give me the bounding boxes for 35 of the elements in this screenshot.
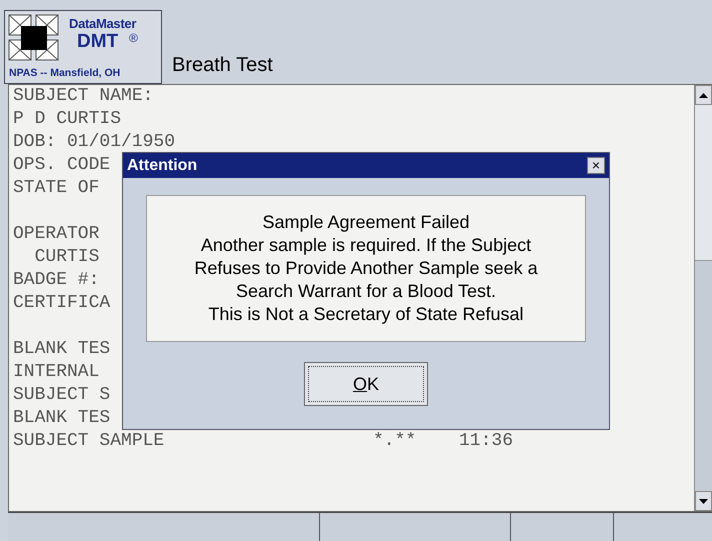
close-button[interactable]: × [587, 157, 605, 174]
record-line: CERTIFICA [13, 292, 110, 315]
message-text: This is Not a Secretary of State Refusal [208, 303, 524, 326]
vertical-scrollbar[interactable] [694, 85, 712, 511]
message-text: Sample Agreement Failed [262, 211, 470, 234]
record-line: BLANK TES [13, 338, 110, 361]
message-text: Refuses to Provide Another Sample seek a [194, 257, 538, 280]
record-line: SUBJECT SAMPLE [13, 430, 164, 453]
record-line: BADGE #: [13, 269, 100, 292]
ok-button[interactable]: OK [304, 362, 428, 406]
scroll-down-button[interactable] [695, 491, 712, 511]
model-name: DMT [77, 31, 118, 53]
record-line: DOB: 01/01/1950 [13, 131, 176, 154]
record-line: STATE OF [13, 177, 100, 200]
brand-name: DataMaster [69, 16, 136, 31]
dialog-title: Attention [127, 156, 198, 174]
record-line: INTERNAL [13, 361, 100, 384]
message-text: Search Warrant for a Blood Test. [236, 280, 496, 303]
record-line: OPERATOR [13, 223, 100, 246]
record-line: P D CURTIS [13, 108, 122, 131]
time-value: 11:36 [459, 430, 514, 453]
location-label: NPAS -- Mansfield, OH [9, 67, 120, 79]
message-text: Another sample is required. If the Subject [200, 234, 532, 257]
logo-icon [8, 14, 60, 62]
registered-mark: ® [129, 31, 138, 45]
result-value: *.** [373, 430, 416, 453]
record-line: SUBJECT S [13, 384, 110, 407]
record-line: BLANK TES [13, 407, 110, 430]
scroll-up-button[interactable] [695, 85, 712, 105]
record-line: SUBJECT NAME: [13, 85, 154, 108]
up-arrow-icon [699, 92, 708, 98]
record-line: OPS. CODE [13, 154, 110, 177]
down-arrow-icon [699, 498, 708, 504]
record-line: CURTIS [34, 246, 100, 269]
screen-title: Breath Test [172, 54, 273, 78]
